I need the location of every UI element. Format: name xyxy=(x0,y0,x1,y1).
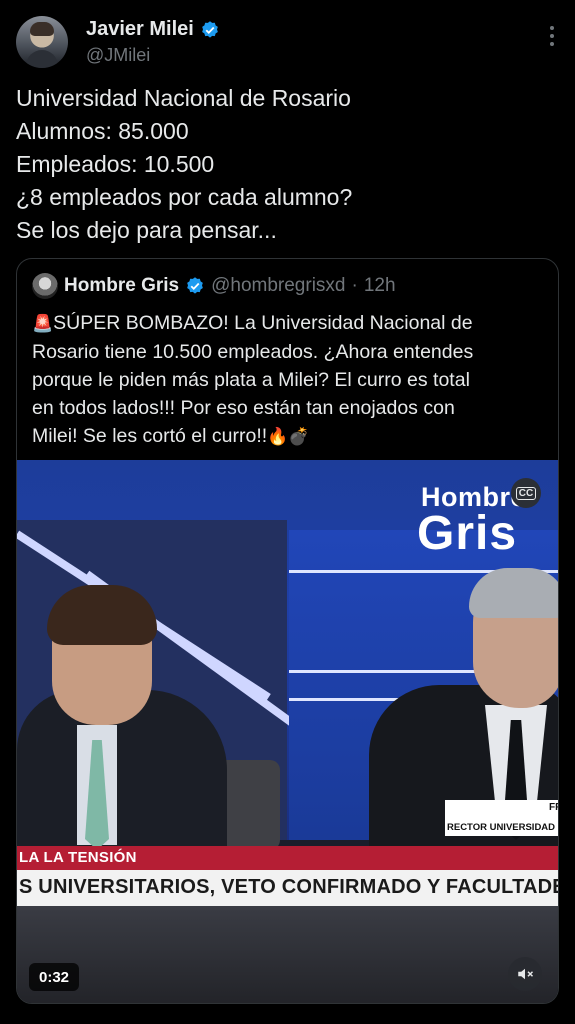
quoted-tweet-text: 🚨SÚPER BOMBAZO! La Universidad Nacional … xyxy=(32,309,552,451)
author-display-name[interactable]: Javier Milei xyxy=(86,18,194,41)
siren-icon: 🚨 xyxy=(32,314,54,333)
quoted-line: Rosario tiene 10.500 empleados. ¿Ahora e… xyxy=(32,341,474,363)
verified-badge-icon xyxy=(187,277,203,294)
quoted-author-handle: @hombregrisxd xyxy=(211,275,346,296)
quoted-tweet-card[interactable]: Hombre Gris @hombregrisxd · 12h 🚨SÚPER B… xyxy=(16,258,559,1004)
captions-icon: CC xyxy=(515,486,537,500)
fire-icon: 🔥 xyxy=(267,427,289,446)
tweet-line: Alumnos: 85.000 xyxy=(16,118,189,144)
news-banner-red-text: LA LA TENSIÓN xyxy=(19,849,137,866)
tweet-text: Universidad Nacional de Rosario Alumnos:… xyxy=(16,82,536,247)
nameplate-name: FRANC xyxy=(549,802,558,813)
tweet-header: Javier Milei @JMilei xyxy=(16,16,559,72)
dot-separator: · xyxy=(351,275,358,296)
quoted-timestamp: 12h xyxy=(363,275,396,296)
nameplate-title: RECTOR UNIVERSIDAD NACIO xyxy=(447,822,558,833)
quoted-line: porque le piden más plata a Milei? El cu… xyxy=(32,369,470,391)
bomb-icon: 💣 xyxy=(288,427,310,446)
quoted-tweet-header: Hombre Gris @hombregrisxd · 12h xyxy=(32,273,396,299)
tweet-line: Empleados: 10.500 xyxy=(16,151,215,177)
quoted-line: 🚨SÚPER BOMBAZO! La Universidad Nacional … xyxy=(32,309,552,338)
quoted-author-name: Hombre Gris xyxy=(64,275,180,296)
channel-logo-line2: Gris xyxy=(417,507,518,560)
news-banner-white-text: S UNIVERSITARIOS, VETO CONFIRMADO Y FACU… xyxy=(19,876,558,898)
studio-desk xyxy=(17,906,558,1003)
tweet-line: ¿8 empleados por cada alumno? xyxy=(16,184,353,210)
more-options-icon[interactable] xyxy=(549,26,555,46)
video-duration-badge: 0:32 xyxy=(29,963,80,991)
muted-speaker-icon xyxy=(518,968,534,980)
quoted-line: Milei! Se les cortó el curro!!🔥💣 xyxy=(32,422,552,451)
quoted-author-avatar xyxy=(32,273,58,299)
captions-button[interactable]: CC xyxy=(511,478,541,508)
quoted-line: en todos lados!!! Por eso están tan enoj… xyxy=(32,397,455,419)
author-avatar[interactable] xyxy=(16,16,68,68)
verified-badge-icon xyxy=(202,20,218,38)
author-handle[interactable]: @JMilei xyxy=(86,45,150,66)
tweet-line: Universidad Nacional de Rosario xyxy=(16,85,351,111)
tweet-line: Se los dejo para pensar... xyxy=(16,217,277,243)
author-name-row: Javier Milei xyxy=(86,18,220,41)
video-player[interactable]: Hombre Gris CC FRANC RECTOR UNIVERSIDAD … xyxy=(17,460,558,1003)
mute-button[interactable] xyxy=(508,957,542,991)
